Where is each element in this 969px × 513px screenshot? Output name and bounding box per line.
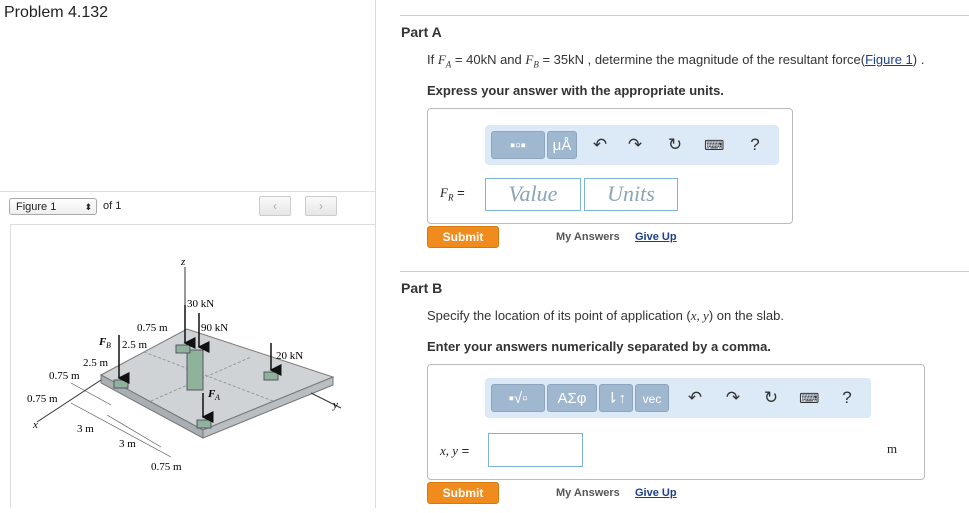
figure-count: of 1 xyxy=(103,200,122,212)
pad-fb xyxy=(113,379,129,389)
divider-top xyxy=(400,15,969,16)
arrows-button[interactable]: ⇂↑ xyxy=(599,384,633,412)
dim-25-left: 2.5 m xyxy=(83,357,109,369)
help-label: ? xyxy=(750,135,760,154)
reset-icon[interactable]: ↻ xyxy=(761,388,781,408)
figure-canvas: z x y 30 kN 90 kN 20 kN F B F A 0.75 m 2… xyxy=(10,224,376,508)
template-button[interactable]: ▪▫▪ xyxy=(491,131,545,159)
part-b-question: Specify the location of its point of app… xyxy=(427,308,784,324)
vec-button[interactable]: vec xyxy=(635,384,669,412)
units-placeholder: Units xyxy=(607,181,655,206)
figure-select-value: Figure 1 xyxy=(16,201,57,213)
part-b-give-up[interactable]: Give Up xyxy=(635,487,677,499)
part-a-question: If FA = 40kN and FB = 35kN , determine t… xyxy=(427,52,924,70)
redo-icon[interactable]: ↷ xyxy=(723,388,743,408)
dim-075-top: 0.75 m xyxy=(137,322,168,334)
qa-fb-val: = 35kN , determine the magnitude of the … xyxy=(538,52,866,67)
problem-title: Problem 4.132 xyxy=(4,4,109,21)
problem-panel: Problem 4.132 Figure 1 ⬍ of 1 ‹ › z x y … xyxy=(0,0,376,508)
next-figure-button[interactable]: › xyxy=(305,196,337,216)
fb-sub-label: B xyxy=(106,341,111,350)
greek-button[interactable]: ΑΣφ xyxy=(547,384,597,412)
pad-fa xyxy=(196,419,212,429)
part-b-instruction: Enter your answers numerically separated… xyxy=(427,339,771,354)
qa-fa-sym: F xyxy=(437,52,446,67)
undo-icon[interactable]: ↶ xyxy=(685,388,705,408)
help-label-b: ? xyxy=(842,388,852,407)
fr-label: FR = xyxy=(440,185,465,203)
axis-y-label: y xyxy=(332,399,338,411)
radical-template-icon: ▪√▫ xyxy=(508,390,528,407)
dim-075-left: 0.75 m xyxy=(49,370,80,382)
units-button[interactable]: μÅ xyxy=(547,131,577,159)
column-block xyxy=(186,349,204,391)
reset-icon[interactable]: ↻ xyxy=(665,135,685,155)
part-a-instruction: Express your answer with the appropriate… xyxy=(427,83,724,98)
value-input[interactable]: Value xyxy=(485,178,581,211)
chevron-left-icon: ‹ xyxy=(273,199,277,213)
fr-sym: F xyxy=(440,185,448,200)
axis-z-label: z xyxy=(180,256,186,268)
units-button-label: μÅ xyxy=(552,137,572,154)
help-icon[interactable]: ? xyxy=(745,135,765,155)
slab-figure: z x y 30 kN 90 kN 20 kN F B F A 0.75 m 2… xyxy=(27,256,342,473)
figure-select[interactable]: Figure 1 ⬍ xyxy=(9,198,97,215)
dim-075-bottom: 0.75 m xyxy=(151,461,182,473)
qb-vars: x, y xyxy=(690,308,709,323)
figure-navigation-bar: Figure 1 ⬍ of 1 ‹ › xyxy=(0,191,375,224)
unit-label: m xyxy=(887,441,898,456)
dim-3-b: 3 m xyxy=(119,438,136,450)
dim-075-left2: 0.75 m xyxy=(27,393,58,405)
part-a-toolbar: ▪▫▪ μÅ ↶ ↷ ↻ ⌨ ? xyxy=(485,125,779,165)
part-b-answer-box: ▪√▫ ΑΣφ ⇂↑ vec ↶ ↷ ↻ ⌨ ? x, y = m xyxy=(427,364,925,480)
pad-30 xyxy=(175,344,191,354)
qa-suffix: ) . xyxy=(912,52,925,67)
part-b-submit-button[interactable]: Submit xyxy=(427,482,499,504)
pad-20 xyxy=(263,371,279,381)
greek-label: ΑΣφ xyxy=(557,390,587,407)
part-a-answer-box: ▪▫▪ μÅ ↶ ↷ ↻ ⌨ ? FR = Value Units xyxy=(427,108,793,224)
part-a-my-answers[interactable]: My Answers xyxy=(556,231,620,243)
fa-sub-label: A xyxy=(214,393,220,402)
fr-eq: = xyxy=(453,185,465,200)
template-icon: ▪▫▪ xyxy=(510,137,526,154)
arrows-label: ⇂↑ xyxy=(605,390,627,407)
value-placeholder: Value xyxy=(508,181,558,206)
load-90-label: 90 kN xyxy=(201,322,228,334)
dim-3-a: 3 m xyxy=(77,423,94,435)
axis-x-label: x xyxy=(32,419,38,431)
xy-label: x, y = xyxy=(440,443,469,459)
part-b-toolbar: ▪√▫ ΑΣφ ⇂↑ vec ↶ ↷ ↻ ⌨ ? xyxy=(485,378,871,418)
load-20-label: 20 kN xyxy=(276,350,303,362)
load-30-label: 30 kN xyxy=(187,298,214,310)
divider-mid xyxy=(400,271,969,272)
vec-label: vec xyxy=(642,392,662,406)
part-a-give-up[interactable]: Give Up xyxy=(635,231,677,243)
keyboard-icon[interactable]: ⌨ xyxy=(704,135,724,155)
qb-text: Specify the location of its point of app… xyxy=(427,308,691,323)
keyboard-icon[interactable]: ⌨ xyxy=(799,388,819,408)
qb-suffix: ) on the slab. xyxy=(708,308,784,323)
part-b-title: Part B xyxy=(401,280,443,296)
xy-label-vars: x, y xyxy=(440,443,459,458)
answer-panel: Part A If FA = 40kN and FB = 35kN , dete… xyxy=(400,0,969,507)
redo-icon[interactable]: ↷ xyxy=(625,135,645,155)
undo-icon[interactable]: ↶ xyxy=(590,135,610,155)
select-arrows-icon: ⬍ xyxy=(84,202,92,212)
chevron-right-icon: › xyxy=(319,199,323,213)
figure-link[interactable]: Figure 1 xyxy=(865,52,913,67)
dim-25-top: 2.5 m xyxy=(122,339,148,351)
qa-prefix: If xyxy=(427,52,438,67)
prev-figure-button[interactable]: ‹ xyxy=(259,196,291,216)
qa-fa-val: = 40kN and xyxy=(451,52,526,67)
xy-input[interactable] xyxy=(488,433,583,467)
part-a-submit-button[interactable]: Submit xyxy=(427,226,499,248)
template-button-b[interactable]: ▪√▫ xyxy=(491,384,545,412)
part-b-my-answers[interactable]: My Answers xyxy=(556,487,620,499)
xy-label-eq: = xyxy=(458,443,470,458)
part-a-title: Part A xyxy=(401,24,442,40)
help-icon[interactable]: ? xyxy=(837,388,857,408)
units-input[interactable]: Units xyxy=(584,178,678,211)
